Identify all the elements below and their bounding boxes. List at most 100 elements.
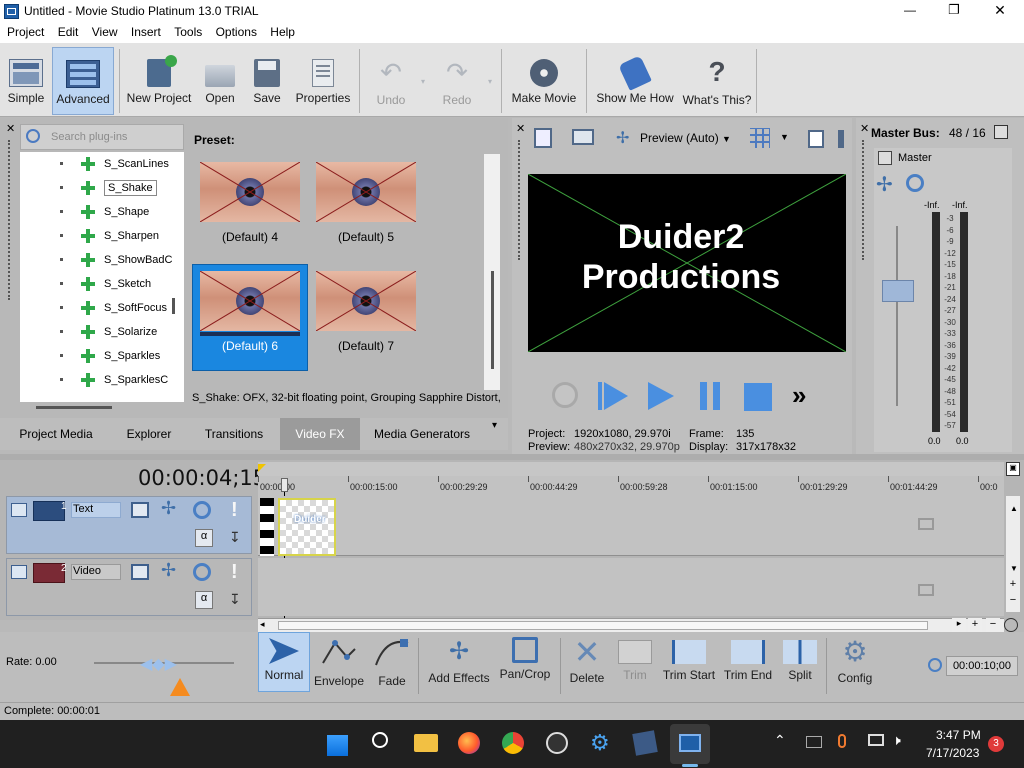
track-header-2[interactable]: 2 Video ✢ ! α ↧ [6,558,252,616]
network-icon[interactable] [806,736,822,748]
clock-date[interactable]: 7/17/2023 [926,746,979,760]
preset-thumbnail[interactable] [200,162,300,222]
scroll-right[interactable]: ▸ [952,618,966,632]
external-monitor-icon[interactable] [572,129,594,145]
preset-scrollbar[interactable] [484,154,500,390]
advanced-button[interactable]: Advanced [52,47,114,115]
track-solo-icon[interactable]: ! [231,499,238,522]
maximize-button[interactable]: ❐ [942,2,966,18]
master-split-icon[interactable]: ✢ [876,172,893,197]
track-mute-icon[interactable] [193,563,211,581]
file-explorer-icon[interactable] [414,734,438,752]
menu-view[interactable]: View [87,23,123,39]
track-fx-icon[interactable]: ✢ [161,560,176,581]
menu-insert[interactable]: Insert [126,23,166,39]
new-project-button[interactable]: New Project [124,47,194,115]
menu-project[interactable]: Project [2,23,49,39]
track-motion-icon[interactable] [131,502,149,518]
redo-dropdown[interactable]: ▾ [485,47,495,115]
pan-crop-button[interactable]: Pan/Crop [496,632,554,692]
zoom-tool-icon[interactable] [1004,618,1018,632]
tab-video-fx[interactable]: Video FX [280,418,360,450]
track-level-icon[interactable]: ↧ [229,529,241,546]
tab-explorer[interactable]: Explorer [108,418,190,450]
pause-button[interactable] [700,382,720,410]
panel-close-icon[interactable]: ✕ [516,122,525,135]
start-windows-icon[interactable] [326,734,348,756]
zoom-in-vertical[interactable]: + [1006,578,1020,592]
stop-button[interactable] [744,383,772,411]
chrome-icon[interactable] [502,732,524,754]
trim-end-button[interactable]: Trim End [720,632,776,692]
playhead-handle[interactable] [281,478,288,492]
tab-media-generators[interactable]: Media Generators [362,418,482,450]
track-expand-icon[interactable] [11,503,27,517]
track-lane-2[interactable] [258,558,1004,616]
delete-button[interactable]: ✕ Delete [564,632,610,692]
zoom-in-horizontal[interactable]: + [968,618,982,632]
redo-button[interactable]: ↷ Redo [432,47,482,115]
play-from-start-button[interactable] [598,382,630,410]
close-button[interactable]: ✕ [988,2,1012,19]
show-me-how-button[interactable]: Show Me How [592,47,678,115]
track-level-icon[interactable]: ↧ [229,591,241,608]
split-button[interactable]: Split [778,632,822,692]
menu-edit[interactable]: Edit [53,23,84,39]
track-lane-1[interactable] [258,496,1004,556]
open-button[interactable]: Open [198,47,242,115]
clock-time[interactable]: 3:47 PM [936,728,981,742]
save-button[interactable]: Save [248,47,286,115]
display-icon[interactable] [868,734,884,746]
marker-bar[interactable] [258,462,1004,476]
panel-grip[interactable] [862,140,866,260]
obs-icon[interactable] [546,732,568,754]
track-solo-icon[interactable]: ! [231,561,238,584]
minimize-button[interactable]: — [898,3,922,17]
normal-edit-tool[interactable]: Normal [258,632,310,692]
menu-help[interactable]: Help [265,23,300,39]
active-app-icon[interactable] [670,724,710,764]
notification-badge[interactable]: 3 [988,736,1004,752]
overlays-grid-icon[interactable] [750,128,770,148]
firefox-icon[interactable] [458,732,480,754]
tabs-scroll-down[interactable]: ▾ [492,420,497,431]
master-properties-icon[interactable] [994,125,1008,139]
tray-chevron-icon[interactable]: ⌃ [774,732,786,749]
tab-transitions[interactable]: Transitions [192,418,276,450]
trim-button[interactable]: Trim [612,632,658,692]
track-fx-icon[interactable]: ✢ [161,498,176,519]
add-effects-button[interactable]: ✢ Add Effects [424,632,494,692]
loop-playback-button[interactable] [552,382,578,408]
properties-button[interactable]: Properties [292,47,354,115]
preset-thumbnail[interactable] [316,162,416,222]
taskbar-search-icon[interactable] [372,732,388,748]
zoom-out-vertical[interactable]: − [1006,594,1020,608]
undo-button[interactable]: ↶ Undo [366,47,416,115]
video-output-fx-icon[interactable] [534,128,552,148]
time-ruler[interactable]: 00:00:00 00:00:15:00 00:00:29:29 00:00:44:2… [258,476,1004,496]
more-transport-icon[interactable]: » [792,380,806,411]
shuttle-arrows-icon[interactable]: ◀◆▶ [140,654,177,674]
rate-handle[interactable] [170,678,190,696]
panel-close-icon[interactable]: ✕ [860,122,869,135]
track-mute-icon[interactable] [193,501,211,519]
save-snapshot-icon[interactable] [838,130,844,148]
simple-button[interactable]: Simple [4,47,48,115]
master-fader-handle[interactable] [882,280,914,302]
compositing-mode-icon[interactable]: α [195,591,213,609]
envelope-tool[interactable]: Envelope [312,632,366,692]
microphone-icon[interactable] [838,734,846,748]
whats-this-button[interactable]: ? What's This? [682,47,752,115]
settings-icon[interactable]: ⚙ [590,730,610,756]
panel-grip[interactable] [518,140,522,260]
tab-project-media[interactable]: Project Media [8,418,104,450]
fade-tool[interactable]: Fade [368,632,416,692]
track-expand-icon[interactable] [11,565,27,579]
timeline-scroll-top[interactable]: ▣ [1006,462,1020,476]
movie-studio-icon[interactable] [632,730,658,756]
track-motion-icon[interactable] [131,564,149,580]
preset-thumbnail[interactable] [200,271,300,331]
text-event-clip[interactable]: Duider [278,498,336,556]
duration-field[interactable]: 00:00:10;00 [946,656,1018,676]
zoom-out-horizontal[interactable]: − [986,618,1000,632]
